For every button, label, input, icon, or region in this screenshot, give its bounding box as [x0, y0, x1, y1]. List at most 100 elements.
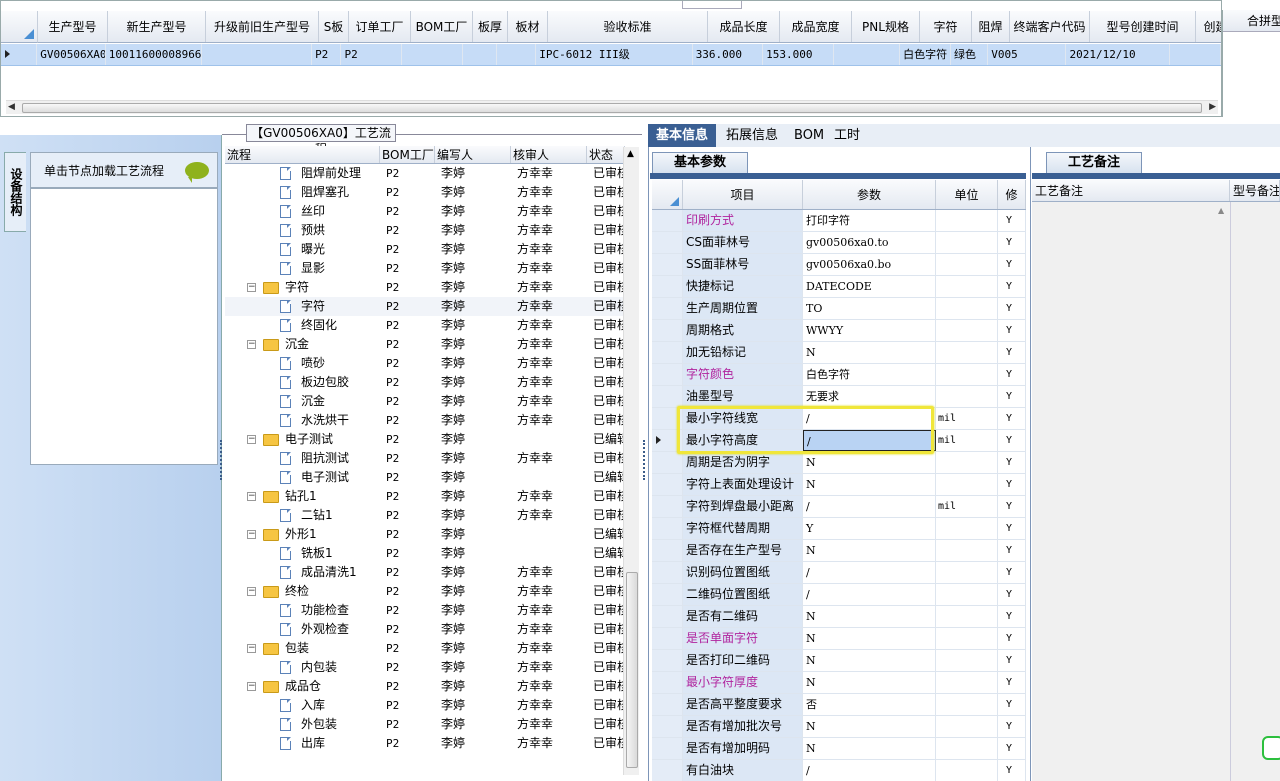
column-header[interactable]: 板材 — [508, 11, 548, 42]
scroll-left-icon[interactable]: ◀ — [8, 102, 15, 112]
tree-row[interactable]: 阻焊前处理 P2 李婷 方幸幸 已审核 — [225, 164, 623, 183]
param-value[interactable]: N — [803, 606, 936, 627]
tab-extended-info[interactable]: 拓展信息 — [718, 124, 786, 147]
column-header[interactable]: PNL规格 — [852, 11, 920, 42]
param-value[interactable]: N — [803, 716, 936, 737]
tree-node[interactable]: 内包装 — [225, 658, 380, 677]
tab-device-structure[interactable]: 设备结构 — [4, 152, 26, 232]
param-value[interactable]: 打印字符 — [803, 210, 936, 231]
column-header[interactable]: 核审人 — [511, 146, 587, 163]
column-header[interactable]: 升级前旧生产型号 — [206, 11, 319, 42]
column-header[interactable]: 流程 — [225, 146, 380, 163]
tree-row[interactable]: 内包装 P2 李婷 方幸幸 已审核 — [225, 658, 623, 677]
column-header[interactable]: 参数 — [803, 180, 936, 209]
table-cell[interactable] — [1170, 44, 1221, 65]
scroll-up-icon[interactable]: ▲ — [627, 149, 634, 159]
tree-node[interactable]: − 成品仓 — [225, 677, 380, 696]
vertical-scrollbar[interactable]: ▲ — [623, 147, 639, 775]
column-header[interactable]: 生产型号 — [38, 11, 108, 42]
table-row[interactable]: 生产周期位置 TO Y — [652, 298, 1026, 320]
table-cell[interactable] — [463, 44, 498, 65]
param-value[interactable]: / — [803, 496, 936, 517]
tree-row[interactable]: 阻焊塞孔 P2 李婷 方幸幸 已审核 — [225, 183, 623, 202]
collapse-icon[interactable]: − — [247, 283, 256, 292]
param-value[interactable]: N — [803, 452, 936, 473]
table-row[interactable]: 是否有增加批次号 N Y — [652, 716, 1026, 738]
scroll-thumb[interactable] — [626, 572, 638, 768]
table-row[interactable]: 最小字符厚度 N Y — [652, 672, 1026, 694]
model-remarks-area[interactable] — [1230, 202, 1280, 781]
table-row[interactable]: 快捷标记 DATECODE Y — [652, 276, 1026, 298]
collapse-icon[interactable]: − — [247, 587, 256, 596]
tab-labor-hours[interactable]: 工时 — [826, 124, 868, 147]
column-header[interactable]: 编写人 — [435, 146, 511, 163]
tree-row[interactable]: 外包装 P2 李婷 方幸幸 已审核 — [225, 715, 623, 734]
table-row[interactable]: 是否存在生产型号 N Y — [652, 540, 1026, 562]
tree-node[interactable]: 水洗烘干 — [225, 411, 380, 430]
tree-row[interactable]: − 钻孔1 P2 李婷 方幸幸 已审核 — [225, 487, 623, 506]
table-cell[interactable] — [402, 44, 463, 65]
param-value[interactable]: TO — [803, 298, 936, 319]
tree-node[interactable]: − 外形1 — [225, 525, 380, 544]
scroll-right-icon[interactable]: ▶ — [1209, 102, 1216, 112]
param-value[interactable]: WWYY — [803, 320, 936, 341]
tree-row[interactable]: − 终检 P2 李婷 方幸幸 已审核 — [225, 582, 623, 601]
tree-node[interactable]: 板边包胶 — [225, 373, 380, 392]
collapse-icon[interactable]: − — [247, 682, 256, 691]
tab-process-remarks[interactable]: 工艺备注 — [1046, 152, 1142, 174]
tree-node[interactable]: 入库 — [225, 696, 380, 715]
scroll-thumb[interactable] — [22, 103, 1202, 113]
param-value[interactable]: / — [803, 760, 936, 781]
collapse-icon[interactable]: − — [247, 530, 256, 539]
table-row[interactable]: 周期是否为阴字 N Y — [652, 452, 1026, 474]
table-row[interactable]: 是否有增加明码 N Y — [652, 738, 1026, 760]
table-row[interactable]: 是否单面字符 N Y — [652, 628, 1026, 650]
collapse-icon[interactable]: − — [247, 340, 256, 349]
column-header[interactable]: 单位 — [936, 180, 998, 209]
column-header[interactable]: 项目 — [683, 180, 803, 209]
param-value[interactable]: N — [803, 342, 936, 363]
tree-row[interactable]: 曝光 P2 李婷 方幸幸 已审核 — [225, 240, 623, 259]
param-value[interactable]: N — [803, 650, 936, 671]
tree-node[interactable]: 成品清洗1 — [225, 563, 380, 582]
collapse-icon[interactable]: − — [247, 492, 256, 501]
tree-node[interactable]: − 沉金 — [225, 335, 380, 354]
table-row[interactable]: CS面菲林号 gv00506xa0.to Y — [652, 232, 1026, 254]
column-header[interactable]: S板 — [319, 11, 349, 42]
param-value[interactable]: DATECODE — [803, 276, 936, 297]
tree-node[interactable]: 丝印 — [225, 202, 380, 221]
table-row[interactable]: 字符框代替周期 Y Y — [652, 518, 1026, 540]
column-header[interactable]: 板厚 — [473, 11, 508, 42]
tree-node[interactable]: 阻焊前处理 — [225, 164, 380, 183]
tab-basic-params[interactable]: 基本参数 — [652, 152, 748, 174]
param-value[interactable]: / — [803, 562, 936, 583]
param-value[interactable]: N — [803, 628, 936, 649]
tree-row[interactable]: − 电子测试 P2 李婷 已编辑 — [225, 430, 623, 449]
tree-node[interactable]: 外包装 — [225, 715, 380, 734]
tree-node[interactable]: 电子测试 — [225, 468, 380, 487]
table-row[interactable]: 印刷方式 打印字符 Y — [652, 210, 1026, 232]
scroll-up-icon[interactable]: ▲ — [1218, 206, 1224, 215]
tree-row[interactable]: 水洗烘干 P2 李婷 方幸幸 已审核 — [225, 411, 623, 430]
param-value[interactable]: 无要求 — [803, 386, 936, 407]
param-value[interactable]: N — [803, 738, 936, 759]
table-cell[interactable]: GV00506XA0 — [37, 44, 106, 65]
tree-node[interactable]: 曝光 — [225, 240, 380, 259]
tree-node[interactable]: 外观检查 — [225, 620, 380, 639]
table-row[interactable]: SS面菲林号 gv00506xa0.bo Y — [652, 254, 1026, 276]
tree-node[interactable]: 显影 — [225, 259, 380, 278]
tree-row[interactable]: 电子测试 P2 李婷 已编辑 — [225, 468, 623, 487]
tree-row[interactable]: 显影 P2 李婷 方幸幸 已审核 — [225, 259, 623, 278]
tree-row[interactable]: 外观检查 P2 李婷 方幸幸 已审核 — [225, 620, 623, 639]
tree-node[interactable]: − 终检 — [225, 582, 380, 601]
table-cell[interactable]: 10011600008966 — [106, 44, 202, 65]
main-info-tab-stub[interactable] — [682, 1, 742, 9]
tree-node[interactable]: − 钻孔1 — [225, 487, 380, 506]
remarks-scrollbar[interactable]: ▲ — [1216, 206, 1228, 776]
tree-row[interactable]: − 成品仓 P2 李婷 方幸幸 已审核 — [225, 677, 623, 696]
tree-row[interactable]: 丝印 P2 李婷 方幸幸 已审核 — [225, 202, 623, 221]
tree-node[interactable]: 沉金 — [225, 392, 380, 411]
tree-node[interactable]: 终固化 — [225, 316, 380, 335]
tree-node[interactable]: 功能检查 — [225, 601, 380, 620]
param-value[interactable]: Y — [803, 518, 936, 539]
